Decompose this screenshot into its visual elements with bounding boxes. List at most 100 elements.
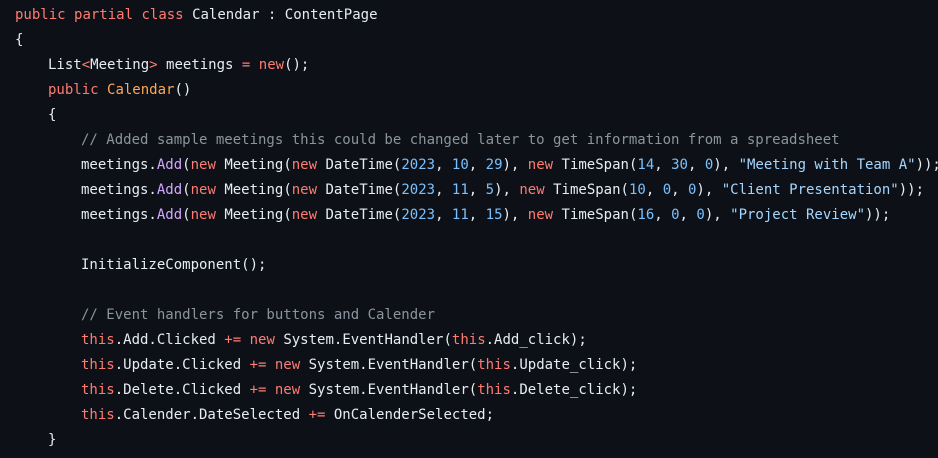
code-line: meetings.Add(new Meeting(new DateTime(20… [15, 203, 938, 228]
comment: // Added sample meetings this could be c… [81, 132, 840, 148]
comment: // Event handlers for buttons and Calend… [81, 307, 436, 323]
keyword: this [81, 382, 115, 398]
number: 2023 [401, 207, 436, 223]
brace: } [48, 432, 57, 448]
keyword: new [190, 207, 216, 223]
operator: += [249, 357, 267, 373]
identifier: meetings. [81, 182, 157, 198]
operator: += [308, 407, 326, 423]
keyword: class [141, 7, 184, 23]
keyword: new [258, 57, 285, 73]
keyword: this [451, 332, 486, 348]
number: 30 [671, 157, 688, 173]
code-line: public Calendar() [15, 78, 938, 103]
punctuation: , [654, 157, 672, 173]
type-name: TimeSpan( [544, 182, 629, 198]
punctuation: , [671, 182, 688, 198]
punctuation: ), [502, 157, 528, 173]
keyword: this [81, 332, 115, 348]
identifier: .Delete.Clicked [114, 382, 250, 398]
punctuation: ), [713, 157, 739, 173]
keyword: new [249, 332, 275, 348]
type-name: DateTime( [317, 182, 402, 198]
keyword: new [291, 157, 318, 173]
keyword: new [527, 207, 554, 223]
punctuation: ), [704, 207, 731, 223]
identifier: .Add.Clicked [114, 332, 225, 348]
identifier: .Update.Clicked [114, 357, 250, 373]
number: 11 [451, 207, 469, 223]
keyword: new [527, 157, 554, 173]
constructor-name: Calendar [107, 82, 175, 98]
method-name: Add [156, 157, 183, 173]
keyword: new [519, 182, 545, 198]
number: 11 [451, 182, 469, 198]
punctuation: , [468, 182, 486, 198]
keyword: this [477, 357, 511, 373]
punctuation: ( [182, 182, 191, 198]
identifier: .Add_click); [485, 332, 587, 348]
keyword: new [274, 357, 301, 373]
method-call: InitializeComponent(); [81, 257, 267, 273]
punctuation: , [679, 207, 697, 223]
punctuation: ), [494, 182, 520, 198]
code-line: this.Delete.Clicked += new System.EventH… [15, 378, 938, 403]
keyword: new [190, 157, 216, 173]
type-name: Meeting( [215, 157, 292, 173]
brace: { [48, 107, 57, 123]
method-name: Add [156, 207, 183, 223]
identifier: meetings [157, 57, 242, 73]
number: 2023 [401, 182, 436, 198]
number: 10 [628, 182, 646, 198]
punctuation: (); [284, 57, 310, 73]
number: 16 [637, 207, 655, 223]
identifier: meetings. [81, 207, 157, 223]
code-line: // Event handlers for buttons and Calend… [15, 303, 938, 328]
code-line: List<Meeting> meetings = new(); [15, 53, 938, 78]
type-name: Meeting( [215, 207, 292, 223]
string: "Project Review" [730, 207, 865, 223]
keyword: public [48, 82, 99, 98]
code-line: meetings.Add(new Meeting(new DateTime(20… [15, 178, 938, 203]
type-name: Meeting( [215, 182, 292, 198]
keyword: partial [74, 7, 134, 23]
punctuation: , [687, 157, 705, 173]
code-line: // Added sample meetings this could be c… [15, 128, 938, 153]
type-name: TimeSpan( [553, 207, 638, 223]
code-block: public partial class Calendar : ContentP… [0, 0, 938, 458]
type-name: System.EventHandler( [300, 357, 478, 373]
number: 5 [485, 182, 495, 198]
code-line: this.Add.Clicked += new System.EventHand… [15, 328, 938, 353]
identifier: meetings. [81, 157, 157, 173]
keyword: this [477, 382, 511, 398]
type-name: TimeSpan( [553, 157, 638, 173]
class-declaration: Calendar : ContentPage [192, 7, 378, 23]
number: 0 [671, 207, 680, 223]
type-name: DateTime( [317, 157, 402, 173]
brace: { [15, 32, 24, 48]
punctuation: , [468, 207, 486, 223]
punctuation: )); [865, 207, 891, 223]
punctuation: ), [502, 207, 528, 223]
number: 0 [662, 182, 672, 198]
type-name: DateTime( [317, 207, 402, 223]
punctuation: ( [182, 157, 191, 173]
code-line: public partial class Calendar : ContentP… [15, 3, 938, 28]
identifier: .Update_click); [510, 357, 638, 373]
keyword: new [190, 182, 216, 198]
keyword: this [81, 407, 115, 423]
number: 0 [696, 207, 705, 223]
code-line: meetings.Add(new Meeting(new DateTime(20… [15, 153, 938, 178]
punctuation: )); [915, 157, 938, 173]
generic-bracket: > [149, 57, 158, 73]
keyword: new [291, 207, 318, 223]
operator: += [249, 382, 267, 398]
keyword: new [291, 182, 318, 198]
punctuation: ( [182, 207, 191, 223]
punctuation: ), [696, 182, 722, 198]
